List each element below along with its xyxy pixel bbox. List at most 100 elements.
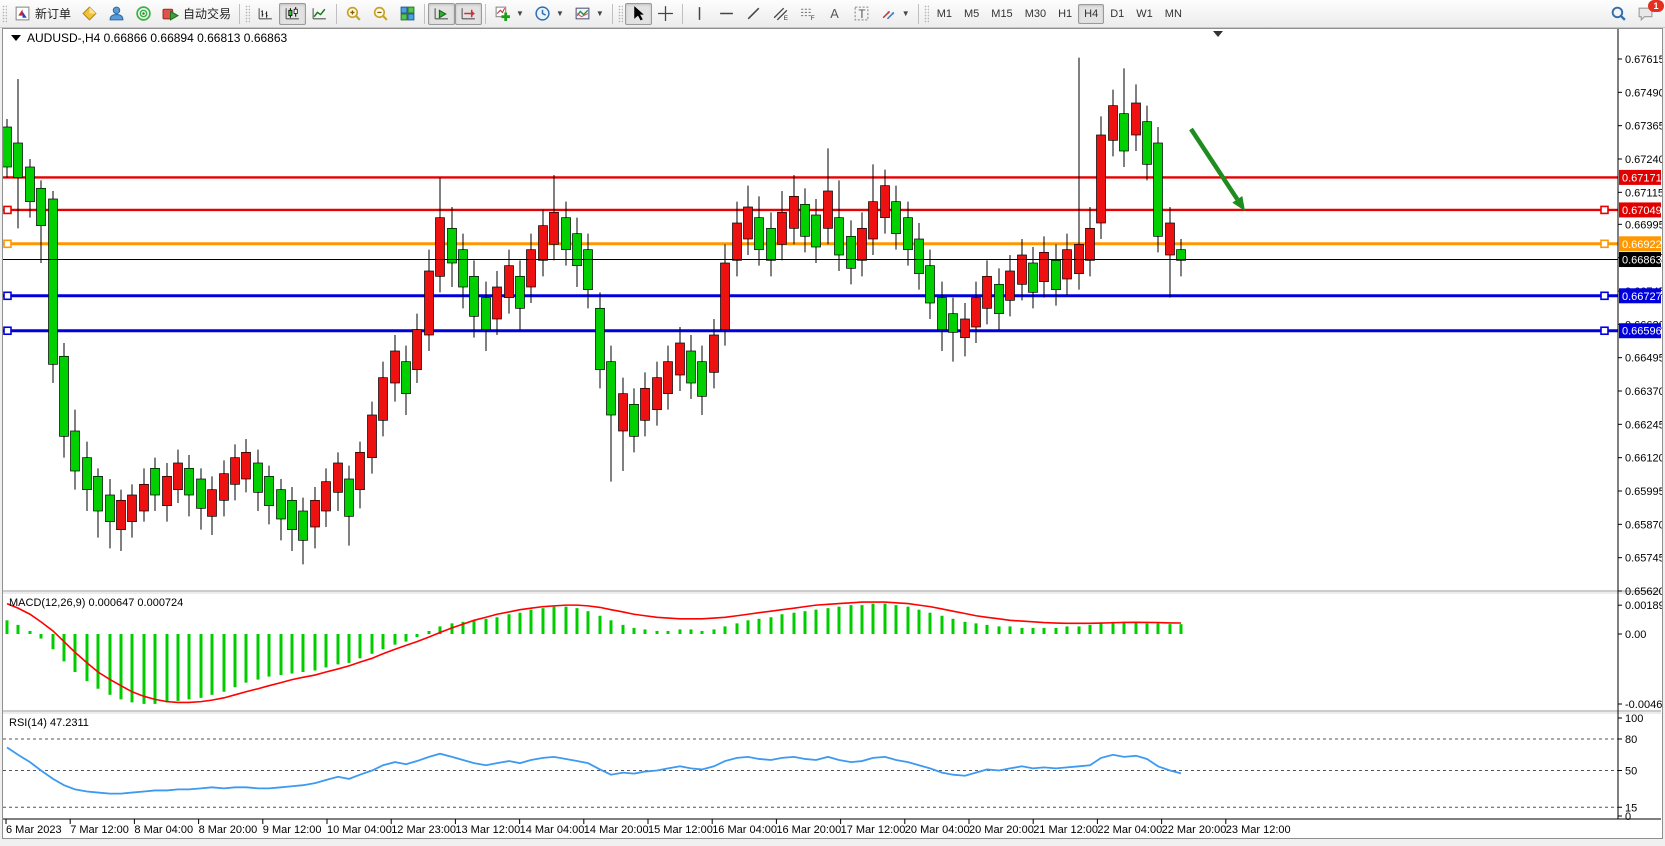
timeframe-m15-button[interactable]: M15 xyxy=(985,4,1018,24)
hline-handle[interactable] xyxy=(4,206,11,213)
community-icon xyxy=(108,5,125,22)
candle-body xyxy=(334,463,343,492)
candle-body xyxy=(847,236,856,268)
templates-icon xyxy=(574,5,591,22)
notifications-button[interactable]: 1 xyxy=(1632,3,1659,25)
cursor-button[interactable] xyxy=(625,3,652,25)
candle-body xyxy=(49,199,58,364)
candle-body xyxy=(254,463,263,492)
search-button[interactable] xyxy=(1605,3,1632,25)
date-axis-label: 14 Mar 20:00 xyxy=(584,824,649,836)
candle-body xyxy=(755,218,764,250)
chart-shift-button[interactable] xyxy=(455,3,482,25)
timeframe-h4-button[interactable]: H4 xyxy=(1078,4,1104,24)
hline-handle[interactable] xyxy=(4,327,11,334)
candle-body xyxy=(1040,252,1049,281)
candle-body xyxy=(801,204,810,236)
date-axis-label: 8 Mar 20:00 xyxy=(199,824,258,836)
svg-text:A: A xyxy=(830,6,839,21)
candle-body xyxy=(607,362,616,415)
candle-body xyxy=(778,212,787,244)
candle-body xyxy=(824,191,833,228)
zoom-in-button[interactable] xyxy=(340,3,367,25)
hline-handle[interactable] xyxy=(1601,292,1608,299)
date-axis-label: 9 Mar 12:00 xyxy=(263,824,322,836)
price-level-label: 0.67171 xyxy=(1622,172,1662,184)
candle-body xyxy=(277,490,286,519)
candle-body xyxy=(220,474,229,501)
templates-button[interactable]: ▼ xyxy=(569,3,609,25)
line-chart-button[interactable] xyxy=(306,3,333,25)
new-order-label: 新订单 xyxy=(35,5,71,22)
horizontal-line-tool-button[interactable] xyxy=(713,3,740,25)
timeframe-h1-button[interactable]: H1 xyxy=(1052,4,1078,24)
candle-body xyxy=(1063,250,1072,279)
indicators-button[interactable]: ▼ xyxy=(489,3,529,25)
new-order-button[interactable]: 新订单 xyxy=(9,3,76,25)
auto-scroll-button[interactable] xyxy=(428,3,455,25)
hline-handle[interactable] xyxy=(1601,240,1608,247)
trendline-tool-button[interactable] xyxy=(740,3,767,25)
timeframe-m5-button[interactable]: M5 xyxy=(958,4,985,24)
candle-body xyxy=(322,482,331,511)
chart-title: AUDUSD-,H4 0.66866 0.66894 0.66813 0.668… xyxy=(27,31,288,45)
price-level-label: 0.66922 xyxy=(1622,239,1662,251)
svg-text:T: T xyxy=(858,8,865,21)
date-axis-label: 21 Mar 12:00 xyxy=(1033,824,1098,836)
tile-windows-icon xyxy=(399,5,416,22)
timeframe-m30-button[interactable]: M30 xyxy=(1019,4,1052,24)
candle-body xyxy=(938,298,947,330)
candle-body xyxy=(539,226,548,261)
fibonacci-tool-button[interactable]: F xyxy=(794,3,821,25)
candle-body xyxy=(71,431,80,471)
timeframe-group: M1M5M15M30H1H4D1W1MN xyxy=(931,4,1188,24)
community-button[interactable] xyxy=(103,3,130,25)
arrows-tool-button[interactable]: ▼ xyxy=(875,3,915,25)
metaeditor-icon xyxy=(81,5,98,22)
zoom-out-button[interactable] xyxy=(367,3,394,25)
channel-tool-button[interactable]: E xyxy=(767,3,794,25)
candle-body xyxy=(904,218,913,250)
candle-body xyxy=(493,287,502,319)
candlestick-chart-button[interactable] xyxy=(279,3,306,25)
date-axis-label: 16 Mar 20:00 xyxy=(776,824,841,836)
signals-button[interactable] xyxy=(130,3,157,25)
main-toolbar: 新订单 自动交易 xyxy=(0,0,1665,28)
date-axis-label: 20 Mar 04:00 xyxy=(905,824,970,836)
candle-body xyxy=(1075,244,1084,273)
text-tool-button[interactable]: A xyxy=(821,3,848,25)
hline-handle[interactable] xyxy=(1601,206,1608,213)
label-tool-button[interactable]: T xyxy=(848,3,875,25)
candle-body xyxy=(721,263,730,330)
candle-body xyxy=(470,276,479,316)
candle-body xyxy=(26,167,35,202)
bar-chart-icon xyxy=(257,5,274,22)
horizontal-line-icon xyxy=(718,5,735,22)
autotrading-button[interactable]: 自动交易 xyxy=(157,3,236,25)
timeframe-mn-button[interactable]: MN xyxy=(1159,4,1188,24)
crosshair-button[interactable] xyxy=(652,3,679,25)
templates-caret: ▼ xyxy=(596,9,604,18)
equidistant-channel-icon: E xyxy=(772,5,789,22)
price-axis-tick: 0.66245 xyxy=(1625,419,1662,431)
timeframe-w1-button[interactable]: W1 xyxy=(1130,4,1159,24)
hline-handle[interactable] xyxy=(4,292,11,299)
price-axis-tick: 0.66370 xyxy=(1625,386,1662,398)
audusd-h4-chart[interactable]: 0.676150.674900.673650.672400.671150.669… xyxy=(3,29,1662,838)
candle-body xyxy=(1097,135,1106,223)
tile-windows-button[interactable] xyxy=(394,3,421,25)
mt4-window: 新订单 自动交易 xyxy=(0,0,1665,846)
hline-handle[interactable] xyxy=(1601,327,1608,334)
candle-body xyxy=(242,452,251,479)
timeframe-m1-button[interactable]: M1 xyxy=(931,4,958,24)
price-axis-tick: 0.67365 xyxy=(1625,121,1662,133)
metaeditor-button[interactable] xyxy=(76,3,103,25)
candle-body xyxy=(516,276,525,308)
date-axis-label: 16 Mar 04:00 xyxy=(712,824,777,836)
periods-button[interactable]: ▼ xyxy=(529,3,569,25)
hline-handle[interactable] xyxy=(4,240,11,247)
bar-chart-button[interactable] xyxy=(252,3,279,25)
vertical-line-tool-button[interactable] xyxy=(686,3,713,25)
rsi-axis-label: 50 xyxy=(1625,766,1637,778)
timeframe-d1-button[interactable]: D1 xyxy=(1104,4,1130,24)
